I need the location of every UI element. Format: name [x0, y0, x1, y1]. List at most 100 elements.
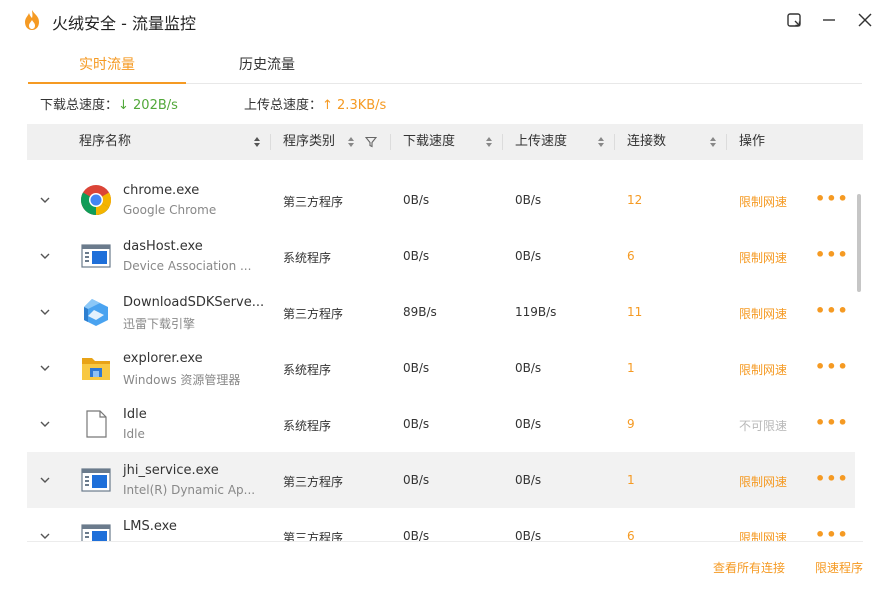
chevron-down-icon[interactable] [39, 248, 51, 264]
chrome-icon [80, 185, 112, 216]
process-description: Windows 资源管理器 [123, 373, 241, 387]
column-header-connections[interactable]: 连接数 [627, 124, 666, 160]
view-all-connections-link[interactable]: 查看所有连接 [713, 559, 785, 576]
process-name: chrome.exe [123, 183, 200, 198]
chevron-down-icon[interactable] [39, 472, 51, 488]
sort-icon[interactable] [709, 136, 717, 148]
more-options-icon[interactable]: ••• [815, 469, 849, 488]
limit-speed-link[interactable]: 限制网速 [739, 193, 787, 210]
process-name: jhi_service.exe [123, 463, 219, 478]
upload-speed: 0B/s [515, 193, 542, 207]
limit-speed-link[interactable]: 限制网速 [739, 249, 787, 266]
process-name: DownloadSDKServe... [123, 295, 265, 310]
sort-icon[interactable] [347, 136, 355, 148]
minimize-icon [823, 19, 835, 21]
column-divider [502, 134, 503, 150]
tab-realtime-traffic[interactable]: 实时流量 [28, 50, 186, 84]
window-title: 火绒安全 - 流量监控 [52, 14, 196, 33]
column-header-name[interactable]: 程序名称 [79, 124, 131, 160]
limited-programs-link[interactable]: 限速程序 [815, 559, 863, 576]
column-header-action: 操作 [739, 134, 766, 149]
process-type: 第三方程序 [283, 307, 344, 321]
table-row[interactable]: explorer.exe Windows 资源管理器 系统程序 0B/s 0B/… [27, 340, 855, 396]
table-row[interactable]: DownloadSDKServe... 迅雷下载引擎 第三方程序 89B/s 1… [27, 284, 855, 340]
scrollbar-thumb[interactable] [857, 194, 861, 292]
table-row[interactable]: LMS.exe 第三方程序 0B/s 0B/s 6 限制网速 ••• [27, 508, 855, 542]
tab-bar: 实时流量 历史流量 [28, 50, 862, 84]
more-options-icon[interactable]: ••• [815, 525, 849, 542]
huorong-logo-icon [25, 10, 39, 30]
chevron-down-icon[interactable] [39, 360, 51, 376]
process-description: Device Association ... [123, 259, 252, 273]
upload-speed: 0B/s [515, 473, 542, 487]
download-speed: 0B/s [403, 417, 430, 431]
sort-icon[interactable] [597, 136, 605, 148]
sort-icon[interactable] [253, 136, 261, 148]
column-divider [390, 134, 391, 150]
close-icon [858, 13, 872, 27]
process-type: 第三方程序 [283, 475, 344, 489]
process-description: Idle [123, 427, 145, 441]
pin-icon [787, 13, 801, 27]
chevron-down-icon[interactable] [39, 528, 51, 542]
more-options-icon[interactable]: ••• [815, 301, 849, 320]
upload-speed: 0B/s [515, 417, 542, 431]
process-name: Idle [123, 407, 147, 422]
speed-summary: 下载总速度：↓ 202B/s 上传总速度：↑ 2.3KB/s [40, 94, 640, 114]
window-app-icon [81, 524, 111, 542]
column-divider [614, 134, 615, 150]
connection-count[interactable]: 1 [627, 361, 635, 375]
upload-speed: 119B/s [515, 305, 557, 319]
chevron-down-icon[interactable] [39, 304, 51, 320]
connection-count[interactable]: 1 [627, 473, 635, 487]
connection-count[interactable]: 11 [627, 305, 642, 319]
column-header-type[interactable]: 程序类别 [283, 124, 335, 160]
minimize-button[interactable] [815, 8, 843, 32]
download-speed: 89B/s [403, 305, 437, 319]
download-total-label: 下载总速度： [40, 98, 119, 113]
chevron-down-icon[interactable] [39, 416, 51, 432]
limit-speed-link[interactable]: 限制网速 [739, 305, 787, 322]
column-divider [726, 134, 727, 150]
column-header-download[interactable]: 下载速度 [403, 124, 455, 160]
table-row[interactable]: Idle Idle 系统程序 0B/s 0B/s 9 不可限速 ••• [27, 396, 855, 452]
pin-button[interactable] [780, 8, 808, 32]
upload-total-value: ↑ 2.3KB/s [322, 98, 387, 113]
upload-speed: 0B/s [515, 361, 542, 375]
blank-file-icon [86, 410, 107, 438]
download-speed: 0B/s [403, 249, 430, 263]
limit-speed-link[interactable]: 限制网速 [739, 473, 787, 490]
connection-count[interactable]: 12 [627, 193, 642, 207]
no-limit-label: 不可限速 [739, 419, 788, 433]
download-total-value: ↓ 202B/s [118, 98, 178, 113]
table-row[interactable]: chrome.exe Google Chrome 第三方程序 0B/s 0B/s… [27, 172, 855, 228]
tab-history-traffic[interactable]: 历史流量 [186, 50, 348, 84]
more-options-icon[interactable]: ••• [815, 189, 849, 208]
window-app-icon [81, 244, 111, 268]
table-row[interactable]: jhi_service.exe Intel(R) Dynamic Ap... 第… [27, 452, 855, 508]
download-speed: 0B/s [403, 193, 430, 207]
filter-icon[interactable] [365, 136, 377, 148]
process-type: 系统程序 [283, 251, 332, 265]
window-app-icon [81, 468, 111, 492]
footer-divider [27, 541, 863, 542]
close-button[interactable] [851, 8, 879, 32]
connection-count[interactable]: 9 [627, 417, 635, 431]
upload-speed: 0B/s [515, 249, 542, 263]
download-speed: 0B/s [403, 361, 430, 375]
title-bar: 火绒安全 - 流量监控 [0, 0, 892, 40]
process-name: dasHost.exe [123, 239, 203, 254]
limit-speed-link[interactable]: 限制网速 [739, 361, 787, 378]
upload-total: 上传总速度：↑ 2.3KB/s [244, 94, 386, 113]
table-row[interactable]: dasHost.exe Device Association ... 系统程序 … [27, 228, 855, 284]
process-name: LMS.exe [123, 519, 177, 534]
sort-icon[interactable] [485, 136, 493, 148]
connection-count[interactable]: 6 [627, 249, 635, 263]
more-options-icon[interactable]: ••• [815, 357, 849, 376]
more-options-icon[interactable]: ••• [815, 413, 849, 432]
download-speed: 0B/s [403, 473, 430, 487]
upload-total-label: 上传总速度： [244, 98, 323, 113]
column-header-upload[interactable]: 上传速度 [515, 124, 567, 160]
more-options-icon[interactable]: ••• [815, 245, 849, 264]
chevron-down-icon[interactable] [39, 192, 51, 208]
